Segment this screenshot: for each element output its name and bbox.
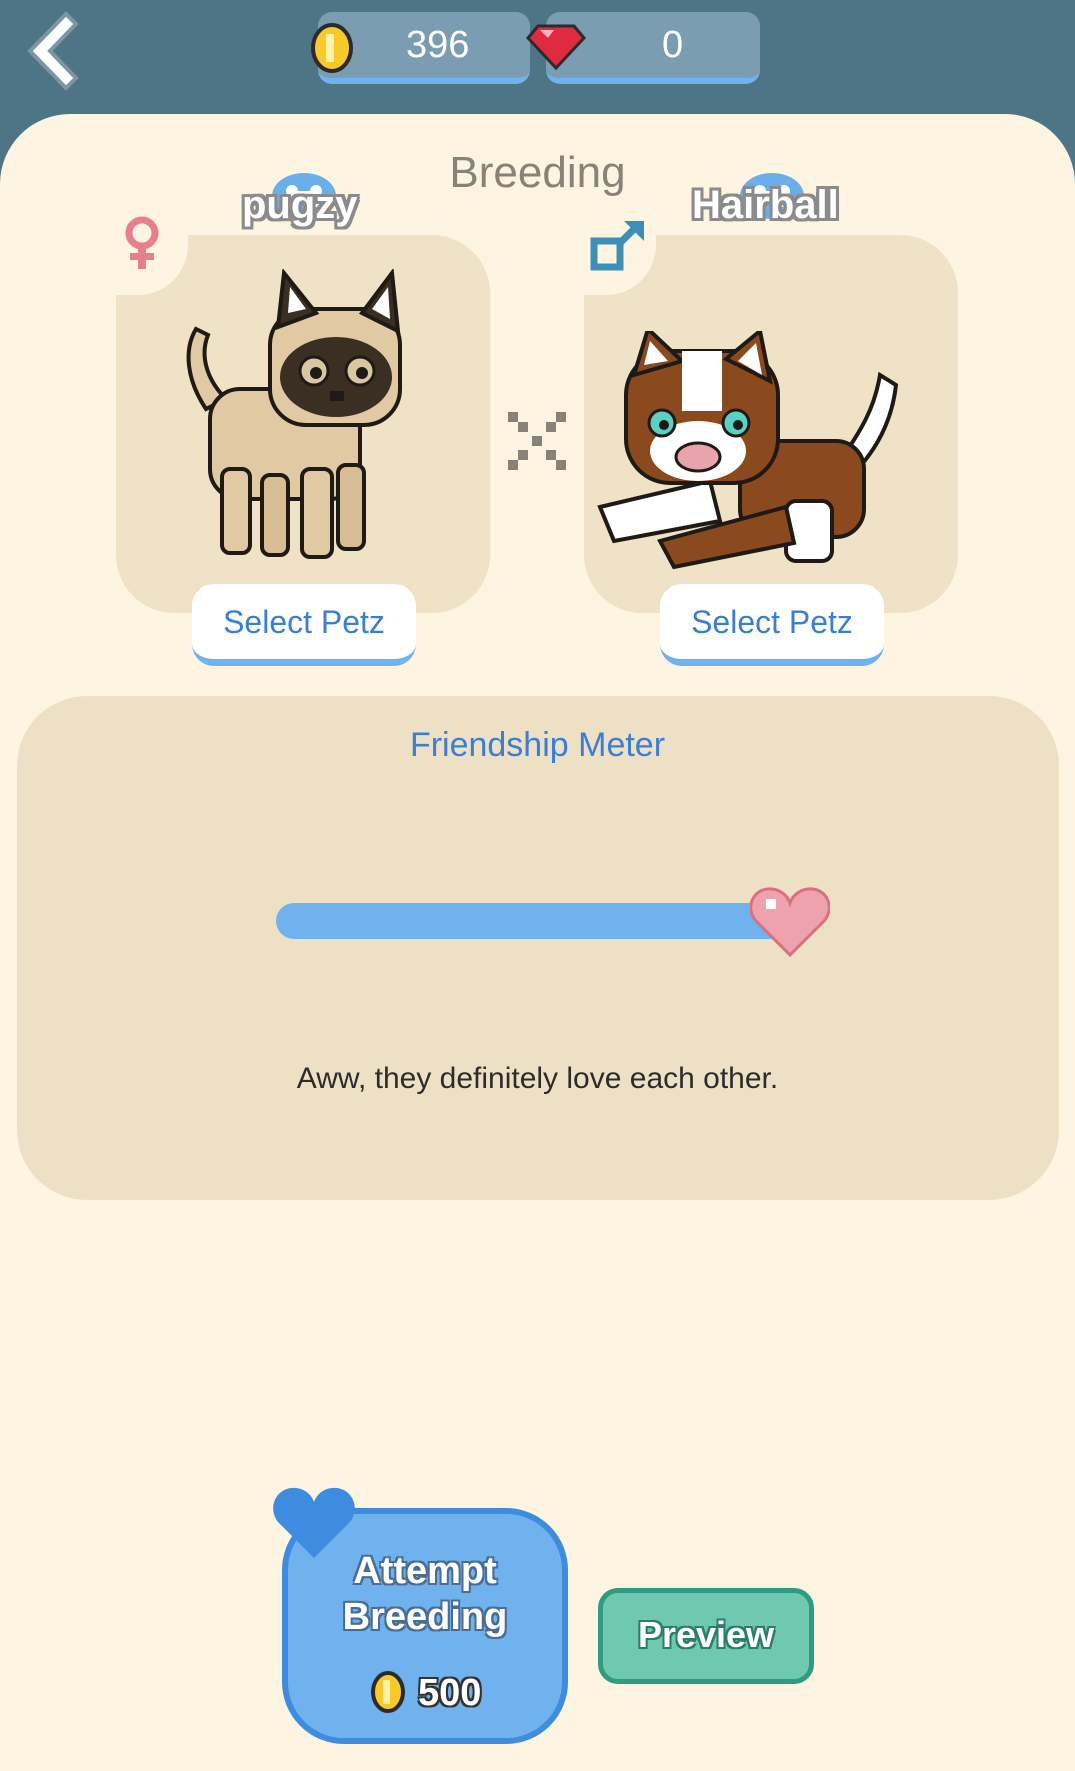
coin-counter: 396 xyxy=(311,12,530,84)
gold-coin-icon xyxy=(371,1671,405,1713)
chevron-left-icon xyxy=(27,11,79,91)
attempt-label-line2: Breeding xyxy=(342,1596,508,1638)
friendship-meter-title: Friendship Meter xyxy=(409,726,666,764)
top-bar: 396 0 xyxy=(0,0,1075,130)
red-gem-icon xyxy=(526,24,586,70)
friendship-meter-bar xyxy=(276,903,796,939)
friendship-message: Aww, they definitely love each other. xyxy=(296,1062,779,1095)
preview-button[interactable]: Preview xyxy=(598,1588,814,1684)
heart-icon xyxy=(750,887,830,957)
pet-name-male: Hairball xyxy=(692,183,839,227)
pet-name-female: pugzy xyxy=(242,183,358,227)
pet-card-male[interactable]: Hairball xyxy=(584,173,958,613)
pet-card-female[interactable]: pugzy xyxy=(116,173,490,613)
coin-count: 396 xyxy=(406,24,470,66)
friendship-panel xyxy=(17,696,1059,1200)
cat-pugzy-sprite xyxy=(186,269,402,559)
page-title: Breeding xyxy=(449,148,626,197)
male-symbol-icon xyxy=(590,221,644,271)
select-petz-button-male[interactable]: Select Petz xyxy=(660,584,884,666)
cat-hairball-sprite xyxy=(597,331,899,570)
select-petz-button-female[interactable]: Select Petz xyxy=(192,584,416,666)
gold-coin-icon xyxy=(311,23,353,73)
back-button[interactable] xyxy=(18,10,88,92)
cross-icon xyxy=(508,412,566,470)
gem-count: 0 xyxy=(662,24,684,66)
female-symbol-icon xyxy=(125,216,159,269)
attempt-cost: 500 xyxy=(418,1672,482,1714)
gem-counter: 0 xyxy=(526,12,760,84)
blue-heart-icon xyxy=(273,1487,355,1558)
